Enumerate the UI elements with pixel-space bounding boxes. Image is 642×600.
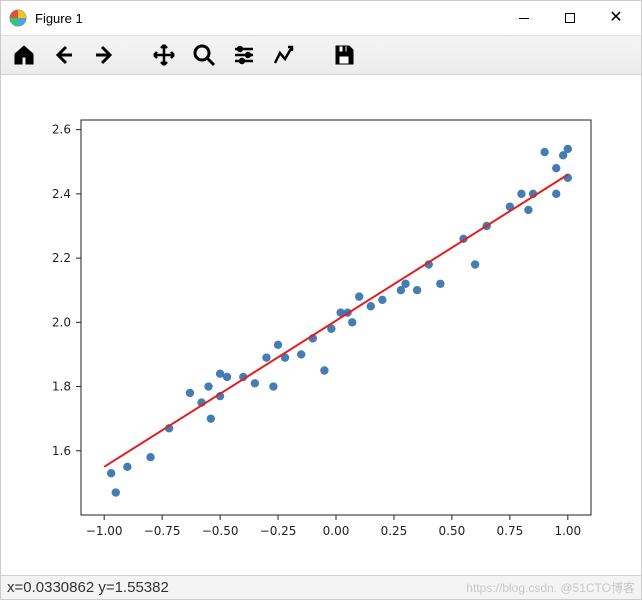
svg-text:0.75: 0.75 [497, 524, 524, 538]
svg-text:−0.50: −0.50 [202, 524, 239, 538]
svg-text:2.6: 2.6 [52, 123, 71, 137]
zoom-icon[interactable] [189, 40, 219, 70]
configure-icon[interactable] [229, 40, 259, 70]
svg-text:2.4: 2.4 [52, 187, 71, 201]
svg-text:1.8: 1.8 [52, 380, 71, 394]
svg-text:0.00: 0.00 [323, 524, 350, 538]
pan-icon[interactable] [149, 40, 179, 70]
window-maximize-button[interactable] [547, 1, 593, 35]
forward-icon[interactable] [89, 40, 119, 70]
plot-canvas[interactable]: −1.00 −0.75 −0.50 −0.25 0.00 0.25 0.50 0.75 1.00… [1, 75, 641, 575]
svg-text:2.2: 2.2 [52, 251, 71, 265]
window-title: Figure 1 [35, 11, 83, 26]
scatter-plot: −1.00 −0.75 −0.50 −0.25 0.00 0.25 0.50 0.75 1.00… [1, 75, 641, 573]
axes-edit-icon[interactable] [269, 40, 299, 70]
svg-text:2.0: 2.0 [52, 315, 71, 329]
svg-text:−0.75: −0.75 [144, 524, 181, 538]
window-titlebar: Figure 1 ✕ [1, 1, 641, 35]
back-icon[interactable] [49, 40, 79, 70]
watermark-text: https://blog.csdn. @51CTO博客 [466, 579, 635, 596]
svg-text:1.6: 1.6 [52, 444, 71, 458]
window-minimize-button[interactable] [501, 1, 547, 35]
cursor-coordinates: x=0.0330862 y=1.55382 [7, 579, 169, 596]
matplotlib-toolbar [1, 35, 641, 75]
app-icon [9, 9, 27, 27]
svg-text:0.25: 0.25 [381, 524, 408, 538]
svg-text:0.50: 0.50 [439, 524, 466, 538]
home-icon[interactable] [9, 40, 39, 70]
svg-text:−1.00: −1.00 [86, 524, 123, 538]
window-close-button[interactable]: ✕ [593, 1, 639, 35]
save-icon[interactable] [329, 40, 359, 70]
svg-text:1.00: 1.00 [554, 524, 581, 538]
svg-text:−0.25: −0.25 [260, 524, 297, 538]
statusbar: x=0.0330862 y=1.55382 https://blog.csdn.… [1, 575, 641, 599]
